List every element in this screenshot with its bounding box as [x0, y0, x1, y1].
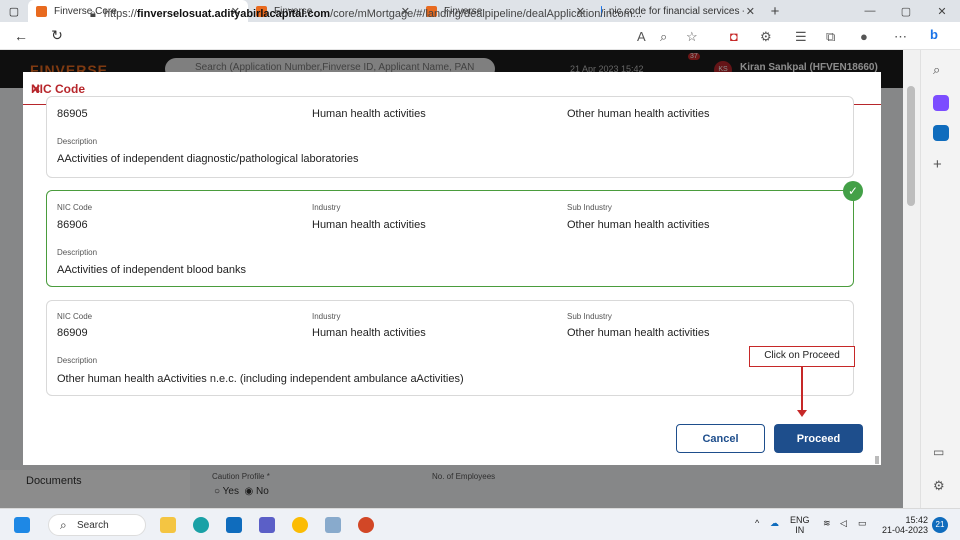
windows-start-icon[interactable]: [14, 517, 30, 533]
back-icon[interactable]: ←: [10, 28, 32, 44]
sub-industry-value: Other human health activities: [567, 219, 710, 231]
url-field[interactable]: 🔒︎ https://finverselosuat.adityabirlacap…: [90, 3, 700, 25]
instruction-callout: Click on Proceed: [749, 346, 855, 367]
extensions-icon[interactable]: ⚙: [760, 29, 772, 45]
industry-value: Human health activities: [312, 108, 426, 120]
nic-card-86905[interactable]: 86905 Human health activities Other huma…: [46, 96, 854, 178]
outlook-icon[interactable]: [226, 517, 242, 533]
url-prefix: https://: [103, 8, 137, 20]
description-label: Description: [57, 248, 98, 257]
outlook-icon[interactable]: [933, 125, 949, 141]
sidebar-toggle-icon[interactable]: ▭: [933, 445, 949, 461]
new-tab-icon[interactable]: +: [763, 3, 787, 20]
callout-arrow: [801, 367, 803, 413]
description-value: Other human health aActivities n.e.c. (i…: [57, 373, 464, 385]
chevron-up-icon[interactable]: ^: [755, 518, 759, 528]
close-window-icon[interactable]: ✕: [924, 0, 960, 22]
search-icon[interactable]: ⌕: [933, 62, 949, 78]
add-icon[interactable]: +: [933, 156, 949, 173]
sub-industry-value: Other human health activities: [567, 108, 710, 120]
nic-code-label: NIC Code: [57, 312, 93, 321]
description-value: AActivities of independent diagnostic/pa…: [57, 153, 359, 165]
maximize-icon[interactable]: ▢: [888, 0, 924, 22]
address-bar: ← ↻: [0, 22, 960, 50]
selected-check-icon: ✓: [843, 181, 863, 201]
clock-time: 15:42: [905, 515, 928, 525]
description-label: Description: [57, 137, 98, 146]
favorite-icon[interactable]: ☆: [686, 29, 698, 45]
nic-card-86909[interactable]: NIC Code Industry Sub Industry 86909 Hum…: [46, 300, 854, 396]
scrollbar-thumb[interactable]: [907, 86, 915, 206]
wifi-icon[interactable]: ≋: [823, 518, 831, 528]
url-host: finverselosuat.adityabirlacapital.com: [136, 8, 331, 20]
nic-code-label: NIC Code: [57, 203, 93, 212]
app-icon[interactable]: [325, 517, 341, 533]
sub-industry-label: Sub Industry: [567, 203, 612, 212]
file-explorer-icon[interactable]: [160, 517, 176, 533]
nic-code-value: 86905: [57, 108, 88, 120]
tab-actions-icon[interactable]: ▢: [0, 0, 28, 22]
taskbar-search-label: Search: [77, 520, 109, 531]
clock-date: 21-04-2023: [881, 525, 928, 535]
edge-icon[interactable]: [193, 517, 209, 533]
collections-icon[interactable]: ⧉: [826, 29, 835, 45]
minimize-icon[interactable]: —: [852, 0, 888, 22]
close-icon[interactable]: ✕: [743, 4, 755, 18]
industry-label: Industry: [312, 203, 341, 212]
sub-industry-value: Other human health activities: [567, 327, 710, 339]
industry-value: Human health activities: [312, 327, 426, 339]
nic-code-value: 86909: [57, 327, 88, 339]
lock-icon: 🔒︎: [90, 7, 96, 20]
volume-icon[interactable]: ◁: [840, 518, 847, 528]
search-icon: ⌕: [60, 518, 67, 532]
description-value: AActivities of independent blood banks: [57, 264, 246, 276]
sub-industry-label: Sub Industry: [567, 312, 612, 321]
industry-value: Human health activities: [312, 219, 426, 231]
teams-icon[interactable]: [259, 517, 275, 533]
notification-badge[interactable]: 21: [932, 517, 948, 533]
url-path: /core/mMortgage/#/landing/dealpipeline/d…: [330, 8, 642, 20]
cancel-button[interactable]: Cancel: [676, 424, 765, 453]
proceed-button[interactable]: Proceed: [774, 424, 863, 453]
copilot-icon[interactable]: [933, 95, 949, 111]
language[interactable]: ENG: [790, 515, 810, 525]
refresh-icon[interactable]: ↻: [46, 27, 68, 44]
taskbar-search[interactable]: ⌕ Search: [48, 514, 146, 536]
callout-arrow-head: [797, 410, 807, 417]
more-menu-icon[interactable]: ⋯: [894, 29, 907, 45]
nic-code-value: 86906: [57, 219, 88, 231]
nic-card-86906[interactable]: NIC Code Industry Sub Industry 86906 Hum…: [46, 190, 854, 287]
modal-scrollbar[interactable]: [875, 456, 879, 464]
settings-icon[interactable]: ⚙: [933, 478, 949, 494]
industry-label: Industry: [312, 312, 341, 321]
profile-icon[interactable]: ●: [860, 29, 868, 44]
zoom-icon[interactable]: ⌕: [660, 29, 667, 45]
nic-code-modal: NIC Code ✕ 86905 Human health activities…: [23, 72, 881, 465]
page-scrollbar[interactable]: [903, 50, 920, 508]
extension-icon[interactable]: ◘: [730, 29, 738, 44]
read-aloud-icon[interactable]: A: [637, 29, 646, 44]
description-label: Description: [57, 356, 98, 365]
edge-sidebar: ⌕ + ▭ ⚙: [920, 50, 960, 508]
close-icon[interactable]: ✕: [31, 82, 873, 96]
region: IN: [795, 525, 805, 535]
chrome-icon[interactable]: [292, 517, 308, 533]
onedrive-icon[interactable]: ☁: [770, 518, 779, 528]
powerpoint-icon[interactable]: [358, 517, 374, 533]
bing-icon[interactable]: b: [930, 27, 938, 42]
favorites-bar-icon[interactable]: ☰: [795, 29, 807, 45]
finverse-favicon-icon: [36, 5, 47, 17]
taskbar: ⌕ Search ^ ☁ ENG IN ≋ ◁ ▭ 15:42 21-04-2023…: [0, 508, 960, 540]
battery-icon[interactable]: ▭: [858, 518, 867, 528]
